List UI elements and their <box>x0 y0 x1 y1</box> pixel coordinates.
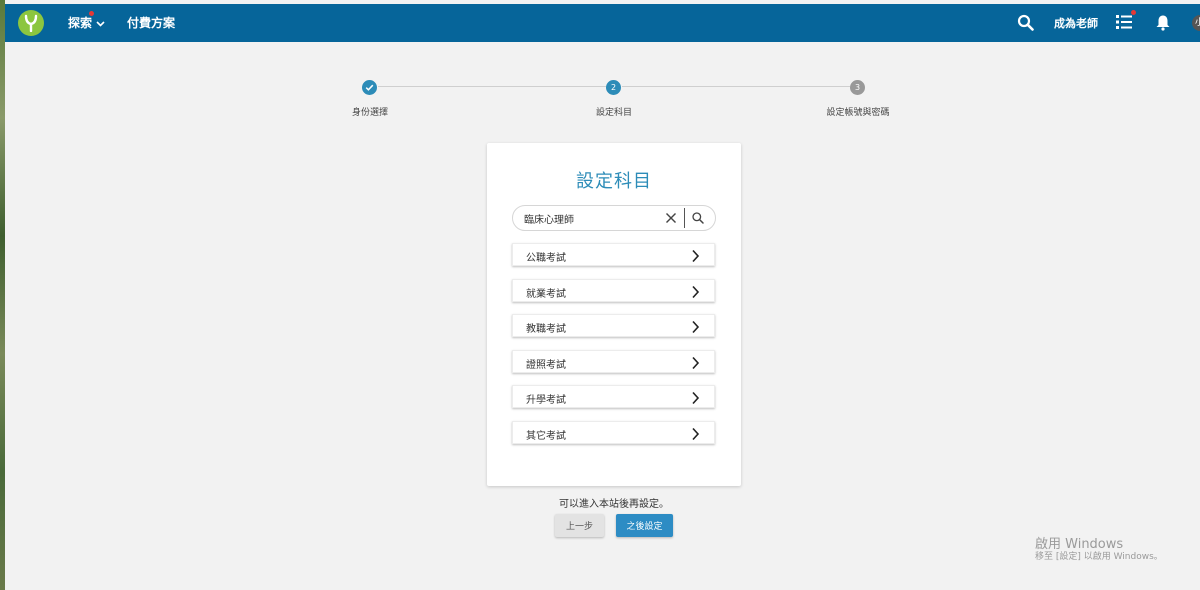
step-2-label: 設定科目 <box>595 108 632 118</box>
set-later-button[interactable]: 之後設定 <box>616 514 673 537</box>
step-3-circle: 3 <box>850 80 865 95</box>
category-label: 升學考試 <box>526 395 566 406</box>
chevron-right-icon <box>691 248 700 267</box>
chevron-right-icon <box>691 284 700 303</box>
chevron-right-icon <box>691 390 700 409</box>
category-label: 教職考試 <box>526 324 566 335</box>
category-item[interactable]: 升學考試 <box>512 385 715 408</box>
nav-explore-label: 探索 <box>68 16 93 30</box>
search-divider <box>684 208 685 228</box>
nav-plans[interactable]: 付費方案 <box>127 14 175 31</box>
previous-step-button[interactable]: 上一步 <box>555 514 604 537</box>
search-icon[interactable] <box>691 210 705 229</box>
card-title: 設定科目 <box>576 171 652 192</box>
step-1-done-icon <box>362 80 377 95</box>
category-item[interactable]: 證照考試 <box>512 350 715 373</box>
nav-explore[interactable]: 探索 <box>68 11 105 31</box>
step-1-label: 身份選擇 <box>351 108 388 118</box>
become-teacher-link[interactable]: 成為老師 <box>1054 15 1098 31</box>
nav-plans-label: 付費方案 <box>127 16 176 30</box>
step-3-label: 設定帳號與密碼 <box>826 108 890 118</box>
category-label: 證照考試 <box>526 360 566 371</box>
step-connector-1 <box>378 86 606 87</box>
category-label: 就業考試 <box>526 289 566 300</box>
category-label: 其它考試 <box>526 431 566 442</box>
category-label: 公職考試 <box>526 253 566 264</box>
list-icon[interactable] <box>1115 10 1136 35</box>
bell-icon[interactable] <box>1155 14 1171 35</box>
step-connector-2 <box>622 86 850 87</box>
logo-icon[interactable] <box>18 10 44 36</box>
subject-search-box: 臨床心理師 <box>512 205 716 231</box>
avatar[interactable]: 小 <box>1192 15 1200 31</box>
category-item[interactable]: 其它考試 <box>512 421 715 444</box>
later-setup-note: 可以進入本站後再設定。 <box>559 499 669 510</box>
list-notification-dot <box>1131 10 1136 15</box>
category-item[interactable]: 就業考試 <box>512 279 715 302</box>
chevron-right-icon <box>691 355 700 374</box>
explore-notification-dot <box>89 11 94 16</box>
clear-icon[interactable] <box>664 210 678 229</box>
chevron-down-icon <box>96 16 105 30</box>
subject-search-input[interactable]: 臨床心理師 <box>524 211 574 226</box>
category-item[interactable]: 公職考試 <box>512 243 715 266</box>
chevron-right-icon <box>691 426 700 445</box>
windows-activation-hint: 移至 [設定] 以啟用 Windows。 <box>1035 552 1163 562</box>
top-navbar: 探索 付費方案 成為老師 小 <box>5 4 1200 42</box>
step-2-circle: 2 <box>606 80 621 95</box>
subject-card: 設定科目 臨床心理師 公職考試 就業考試 教職考試 證照考試 升學考試 其它考試 <box>487 143 741 486</box>
search-icon[interactable] <box>1017 14 1034 35</box>
chevron-right-icon <box>691 319 700 338</box>
category-item[interactable]: 教職考試 <box>512 314 715 337</box>
